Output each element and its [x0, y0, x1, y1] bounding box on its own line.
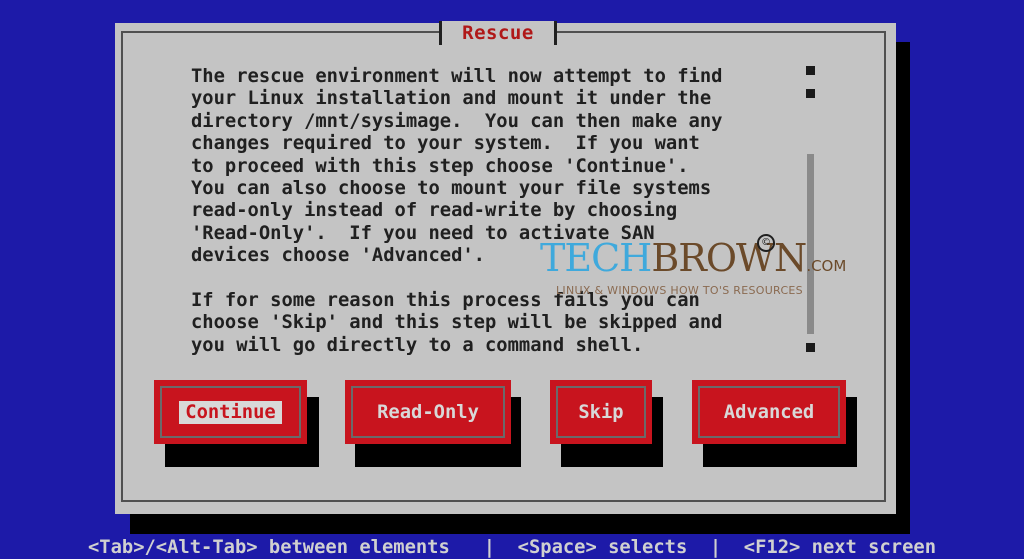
status-bar-hints: <Tab>/<Alt-Tab> between elements | <Spac…: [87, 536, 937, 558]
scroll-down-arrow[interactable]: [806, 343, 815, 352]
dialog-title: Rescue: [462, 22, 534, 44]
dialog-body-text: The rescue environment will now attempt …: [191, 66, 723, 356]
dialog-title-box: Rescue: [439, 21, 557, 45]
scroll-thumb[interactable]: [807, 154, 814, 334]
continue-button-frame: Continue: [160, 386, 301, 438]
advanced-button[interactable]: Advanced: [692, 380, 846, 444]
skip-button-label: Skip: [578, 401, 624, 423]
scroll-up-arrow[interactable]: [806, 66, 815, 75]
skip-button-frame: Skip: [556, 386, 646, 438]
status-bar: <Tab>/<Alt-Tab> between elements | <Spac…: [0, 535, 1024, 559]
continue-button-label: Continue: [179, 400, 282, 424]
skip-button[interactable]: Skip: [550, 380, 652, 444]
advanced-button-label: Advanced: [723, 401, 815, 423]
continue-button[interactable]: Continue: [154, 380, 307, 444]
scrollbar[interactable]: [806, 66, 815, 352]
read-only-button-label: Read-Only: [377, 401, 479, 423]
read-only-button[interactable]: Read-Only: [345, 380, 511, 444]
rescue-dialog: Rescue The rescue environment will now a…: [115, 21, 896, 514]
scroll-marker: [806, 89, 815, 98]
advanced-button-frame: Advanced: [698, 386, 840, 438]
read-only-button-frame: Read-Only: [351, 386, 505, 438]
